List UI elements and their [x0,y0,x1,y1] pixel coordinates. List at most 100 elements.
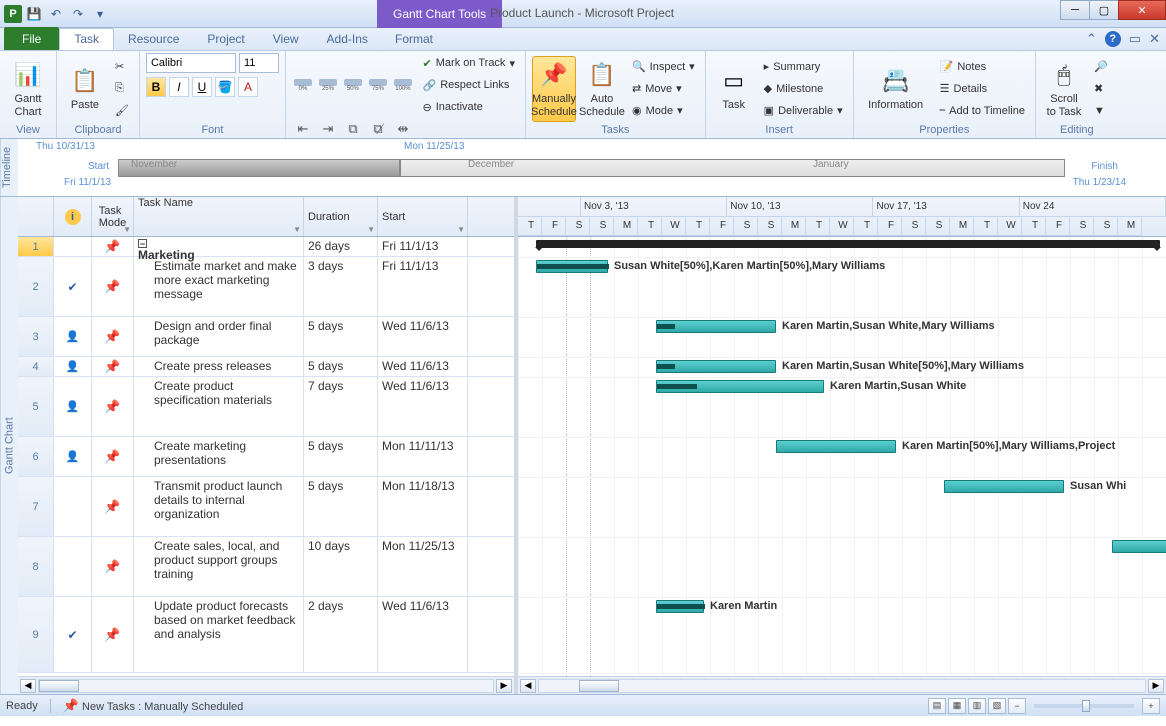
day-header[interactable]: F [1046,217,1070,237]
scroll-thumb[interactable] [39,680,79,692]
clear-button[interactable]: ✖ [1090,79,1112,99]
day-header[interactable]: F [542,217,566,237]
manually-schedule-button[interactable]: 📌 Manually Schedule [532,56,576,122]
day-header[interactable]: W [662,217,686,237]
row-number[interactable]: 4 [18,357,54,376]
task-mode-cell[interactable]: 📌 [92,237,134,256]
view-team-icon[interactable]: ▥ [968,698,986,714]
task-mode-cell[interactable]: 📌 [92,437,134,476]
start-cell[interactable]: Wed 11/6/13 [378,597,468,672]
paste-button[interactable]: 📋 Paste [63,56,107,122]
task-name-cell[interactable]: Estimate market and make more exact mark… [134,257,304,316]
duration-cell[interactable]: 2 days [304,597,378,672]
minimize-button[interactable]: ─ [1060,0,1090,20]
duration-cell[interactable]: 7 days [304,377,378,436]
row-number[interactable]: 8 [18,537,54,596]
task-mode-cell[interactable]: 📌 [92,477,134,536]
gantt-bar[interactable] [656,360,776,373]
italic-button[interactable]: I [169,77,189,97]
font-name-input[interactable] [146,53,236,73]
day-header[interactable]: W [998,217,1022,237]
copy-button[interactable]: ⎘ [111,79,133,99]
mode-button[interactable]: ◉Mode ▾ [628,101,699,121]
close-subwindow-icon[interactable]: ✕ [1149,31,1160,47]
cut-button[interactable]: ✂ [111,57,133,77]
timeline-body[interactable]: Thu 10/31/13 Mon 11/25/13 Start Fri 11/1… [18,139,1166,196]
day-header[interactable]: M [950,217,974,237]
day-header[interactable]: T [686,217,710,237]
start-cell[interactable]: Mon 11/18/13 [378,477,468,536]
table-row[interactable]: 4👤📌Create press releases5 daysWed 11/6/1… [18,357,514,377]
font-size-input[interactable] [239,53,279,73]
summary-button[interactable]: ▸Summary [760,57,847,77]
details-button[interactable]: ☰Details [936,79,1029,99]
day-header[interactable]: S [1070,217,1094,237]
mark-on-track-button[interactable]: ✔Mark on Track ▾ [419,53,519,73]
timeline-handle[interactable]: Timeline [0,139,18,196]
day-header[interactable]: S [566,217,590,237]
task-mode-column-header[interactable]: Task Mode▼ [92,197,134,236]
duration-cell[interactable]: 5 days [304,317,378,356]
duration-column-header[interactable]: Duration▼ [304,197,378,236]
table-row[interactable]: 5👤📌Create product specification material… [18,377,514,437]
table-row[interactable]: 3👤📌Design and order final package5 daysW… [18,317,514,357]
task-mode-cell[interactable]: 📌 [92,597,134,672]
gantt-scroll-track[interactable] [538,679,1146,693]
table-row[interactable]: 8📌Create sales, local, and product suppo… [18,537,514,597]
task-name-cell[interactable]: Transmit product launch details to inter… [134,477,304,536]
day-header[interactable]: T [974,217,998,237]
task-mode-cell[interactable]: 📌 [92,257,134,316]
scroll-left-icon[interactable]: ◀ [20,679,36,693]
split-task-button[interactable]: ⇹ [392,120,414,138]
indent-button[interactable]: ⇥ [317,120,339,138]
day-header[interactable]: S [758,217,782,237]
gantt-hscroll[interactable]: ◀ ▶ [518,676,1166,694]
duration-cell[interactable]: 5 days [304,357,378,376]
zoom-thumb[interactable] [1082,700,1090,712]
outline-toggle[interactable]: − [138,239,147,248]
gantt-chart-handle[interactable]: Gantt Chart [0,197,18,694]
font-color-button[interactable]: A [238,77,258,97]
day-header[interactable]: T [1022,217,1046,237]
gantt-scroll-thumb[interactable] [579,680,619,692]
percent-75%[interactable]: 75% [367,76,389,94]
day-header[interactable]: M [782,217,806,237]
duration-cell[interactable]: 5 days [304,437,378,476]
link-tasks-button[interactable]: ⧉ [342,120,364,138]
duration-cell[interactable]: 5 days [304,477,378,536]
day-header[interactable]: T [854,217,878,237]
milestone-button[interactable]: ◆Milestone [760,79,847,99]
project-tab[interactable]: Project [193,28,258,50]
start-cell[interactable]: Wed 11/6/13 [378,377,468,436]
row-number[interactable]: 5 [18,377,54,436]
underline-button[interactable]: U [192,77,212,97]
day-header[interactable]: F [878,217,902,237]
percent-100%[interactable]: 100% [392,76,414,94]
unlink-tasks-button[interactable]: ⧉̸ [367,120,389,138]
gantt-chart-button[interactable]: 📊 Gantt Chart [6,56,50,122]
task-name-cell[interactable]: Design and order final package [134,317,304,356]
table-row[interactable]: 9✔📌Update product forecasts based on mar… [18,597,514,673]
day-header[interactable]: S [902,217,926,237]
percent-50%[interactable]: 50% [342,76,364,94]
table-row[interactable]: 6👤📌Create marketing presentations5 daysM… [18,437,514,477]
day-header[interactable]: W [830,217,854,237]
scroll-right-icon[interactable]: ▶ [496,679,512,693]
maximize-button[interactable]: ▢ [1089,0,1119,20]
row-number[interactable]: 3 [18,317,54,356]
app-icon[interactable]: P [4,5,22,23]
row-number[interactable]: 7 [18,477,54,536]
minimize-ribbon-icon[interactable]: ⌃ [1086,31,1097,47]
find-button[interactable]: 🔎 [1090,57,1112,77]
day-header[interactable]: S [926,217,950,237]
row-number[interactable]: 9 [18,597,54,672]
qat-dropdown-icon[interactable]: ▾ [90,4,110,24]
view-tab[interactable]: View [259,28,313,50]
task-name-cell[interactable]: −Marketing [134,237,304,256]
gantt-bar[interactable] [776,440,896,453]
week-header[interactable]: Nov 3, '13 [581,197,727,217]
day-header[interactable]: T [638,217,662,237]
gantt-bar[interactable] [536,260,608,273]
addins-tab[interactable]: Add-Ins [313,28,382,50]
gantt-bar[interactable] [944,480,1064,493]
